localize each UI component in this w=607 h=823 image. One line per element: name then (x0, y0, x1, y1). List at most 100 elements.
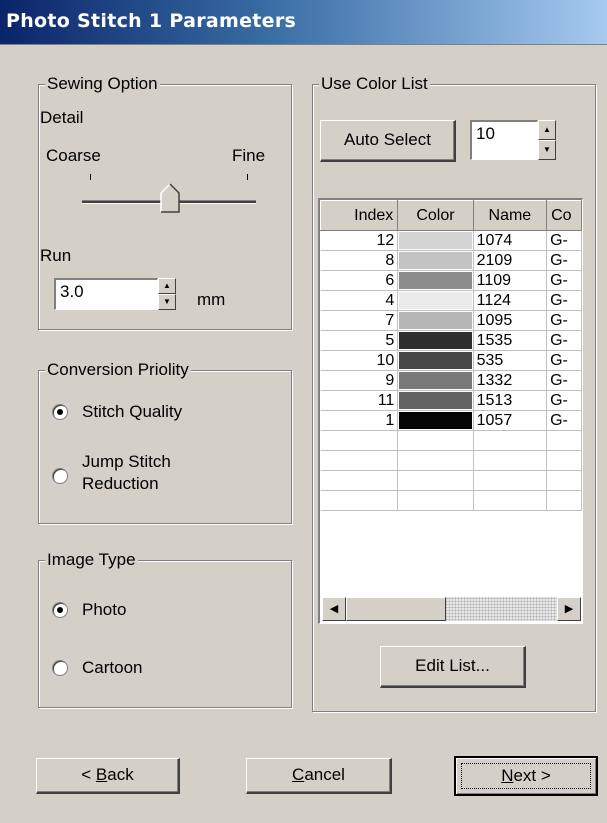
edit-list-button[interactable]: Edit List... (380, 646, 526, 688)
column-header-index[interactable]: Index (320, 200, 399, 231)
row-name: 535 (473, 350, 548, 371)
row-name: 1332 (473, 370, 548, 391)
table-header-row: Index Color Name Co (320, 200, 582, 231)
table-row[interactable]: 9 1332 G- (320, 370, 582, 391)
spin-down-icon[interactable]: ▼ (158, 294, 176, 310)
photo-radio[interactable] (52, 602, 68, 618)
run-unit: mm (197, 290, 226, 309)
image-type-group: Image Type (38, 549, 292, 708)
slider-tick-coarse (90, 174, 91, 180)
table-row[interactable] (320, 490, 582, 511)
empty-cell (320, 490, 399, 511)
row-color-swatch (397, 310, 474, 331)
empty-cell (473, 470, 548, 491)
empty-cell (473, 490, 548, 511)
empty-cell (320, 470, 399, 491)
table-row[interactable]: 12 1074 G- (320, 230, 582, 251)
color-table-body: 12 1074 G- 8 2109 G- 6 1109 G- 4 1124 G- 7 1095 G- 5 153… (320, 230, 582, 511)
color-swatch (399, 232, 472, 249)
color-swatch (399, 372, 472, 389)
conversion-priority-group: Conversion Priolity (38, 359, 292, 524)
color-swatch (399, 272, 472, 289)
color-table: Index Color Name Co 12 1074 G- 8 2109 G- 6 1109… (320, 200, 582, 511)
jump-stitch-radio[interactable] (52, 468, 68, 484)
next-button[interactable]: Next > (454, 756, 598, 796)
empty-cell (320, 450, 399, 471)
color-swatch (399, 312, 472, 329)
detail-label: Detail (40, 108, 84, 127)
auto-select-label: Auto Select (344, 130, 431, 149)
row-name: 1109 (473, 270, 548, 291)
empty-cell (546, 450, 582, 471)
table-row[interactable]: 1 1057 G- (320, 410, 582, 431)
color-count-input[interactable]: 10 (470, 120, 538, 160)
row-code: G- (546, 230, 582, 251)
table-row[interactable]: 8 2109 G- (320, 250, 582, 271)
empty-cell (397, 450, 474, 471)
table-row[interactable]: 4 1124 G- (320, 290, 582, 311)
cartoon-radio[interactable] (52, 660, 68, 676)
row-code: G- (546, 330, 582, 351)
back-prefix: < (81, 765, 96, 784)
spin-up-icon[interactable]: ▲ (158, 278, 176, 294)
empty-cell (397, 430, 474, 451)
column-header-code[interactable]: Co (546, 200, 582, 231)
row-code: G- (546, 250, 582, 271)
empty-cell (397, 470, 474, 491)
color-swatch (399, 352, 472, 369)
row-color-swatch (397, 390, 474, 411)
table-row[interactable]: 11 1513 G- (320, 390, 582, 411)
stitch-quality-label[interactable]: Stitch Quality (82, 402, 182, 422)
run-value: 3.0 (60, 282, 84, 301)
table-row[interactable] (320, 430, 582, 451)
table-row[interactable] (320, 450, 582, 471)
color-list-view[interactable]: Index Color Name Co 12 1074 G- 8 2109 G- 6 1109… (318, 198, 583, 624)
cancel-rest: ancel (304, 765, 345, 784)
image-type-legend: Image Type (45, 549, 138, 571)
cancel-button[interactable]: Cancel (246, 758, 392, 794)
spin-up-icon[interactable]: ▲ (538, 120, 556, 140)
spin-down-icon[interactable]: ▼ (538, 140, 556, 160)
run-label: Run (40, 246, 72, 265)
row-code: G- (546, 370, 582, 391)
scroll-left-icon[interactable]: ◀ (322, 597, 346, 621)
cartoon-label[interactable]: Cartoon (82, 658, 142, 678)
stitch-quality-radio[interactable] (52, 404, 68, 420)
row-code: G- (546, 350, 582, 371)
color-count-value: 10 (476, 124, 495, 143)
jump-stitch-label-line1[interactable]: Jump Stitch (82, 452, 171, 472)
detail-slider-thumb[interactable] (160, 183, 180, 213)
photo-label[interactable]: Photo (82, 600, 126, 620)
jump-stitch-label-line2[interactable]: Reduction (82, 474, 159, 494)
row-index: 5 (320, 330, 399, 351)
table-row[interactable]: 7 1095 G- (320, 310, 582, 331)
table-row[interactable] (320, 470, 582, 491)
row-index: 8 (320, 250, 399, 271)
back-button[interactable]: < Back (36, 758, 180, 794)
color-swatch (399, 292, 472, 309)
table-row[interactable]: 6 1109 G- (320, 270, 582, 291)
row-color-swatch (397, 230, 474, 251)
scroll-thumb[interactable] (346, 597, 446, 621)
color-swatch (399, 412, 472, 429)
horizontal-scrollbar[interactable]: ◀ ▶ (322, 597, 581, 621)
row-color-swatch (397, 270, 474, 291)
row-code: G- (546, 390, 582, 411)
empty-cell (473, 430, 548, 451)
column-header-name[interactable]: Name (472, 200, 548, 231)
title-bar: Photo Stitch 1 Parameters (0, 0, 607, 45)
empty-cell (473, 450, 548, 471)
back-rest: ack (107, 765, 134, 784)
run-input[interactable]: 3.0 (54, 278, 158, 310)
auto-select-button[interactable]: Auto Select (320, 120, 456, 162)
row-index: 9 (320, 370, 399, 391)
table-row[interactable]: 10 535 G- (320, 350, 582, 371)
empty-cell (546, 490, 582, 511)
row-index: 4 (320, 290, 399, 311)
row-name: 1535 (473, 330, 548, 351)
row-index: 10 (320, 350, 399, 371)
table-row[interactable]: 5 1535 G- (320, 330, 582, 351)
column-header-color[interactable]: Color (397, 200, 474, 231)
color-swatch (399, 332, 472, 349)
scroll-right-icon[interactable]: ▶ (557, 597, 581, 621)
